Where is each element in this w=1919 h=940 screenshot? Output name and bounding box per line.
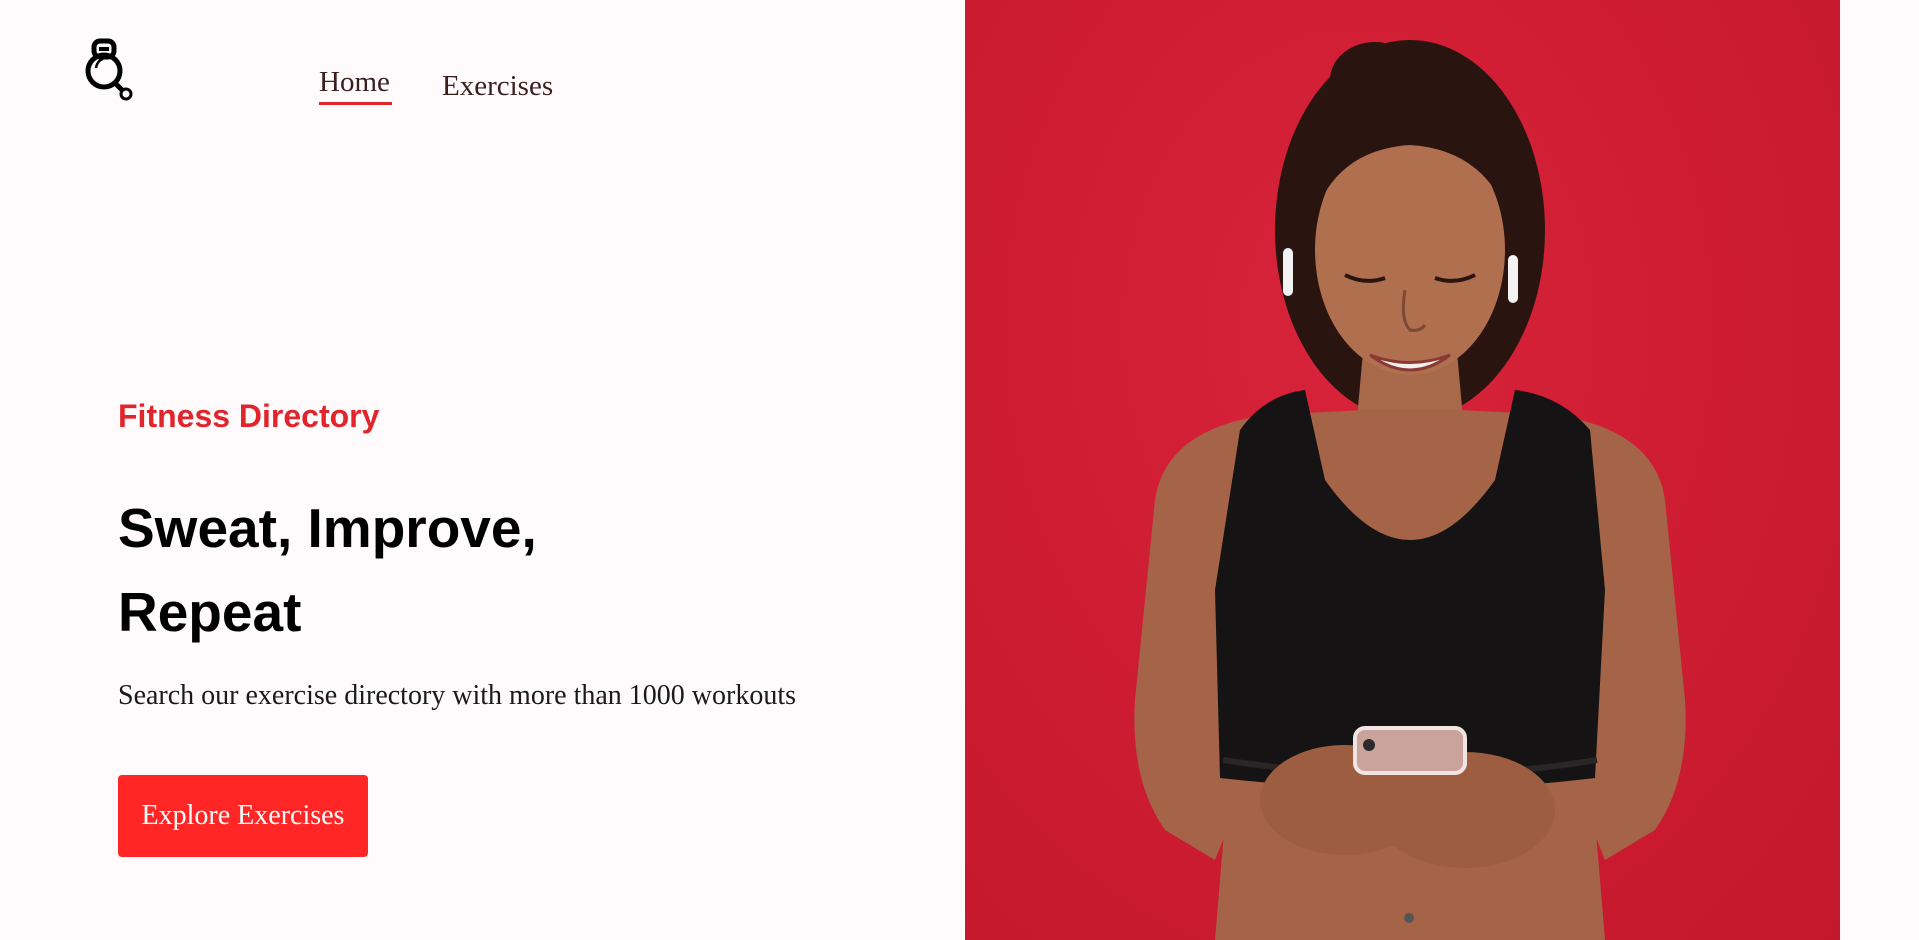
hero-eyebrow: Fitness Directory: [118, 398, 380, 434]
hero-title-line-2: Repeat: [118, 581, 302, 643]
hero-banner-image: [965, 0, 1840, 940]
explore-exercises-button[interactable]: Explore Exercises: [118, 775, 368, 857]
nav-home-link[interactable]: Home: [319, 66, 390, 99]
kettlebell-search-logo-icon[interactable]: [84, 38, 136, 102]
nav-active-indicator: [319, 102, 392, 105]
hero-title-line-1: Sweat, Improve,: [118, 497, 537, 559]
nav-exercises-link[interactable]: Exercises: [442, 70, 553, 103]
woman-with-phone-illustration: [1134, 40, 1686, 940]
hero-title: Sweat, Improve, Repeat: [118, 486, 537, 654]
hero-subtitle: Search our exercise directory with more …: [118, 680, 797, 711]
